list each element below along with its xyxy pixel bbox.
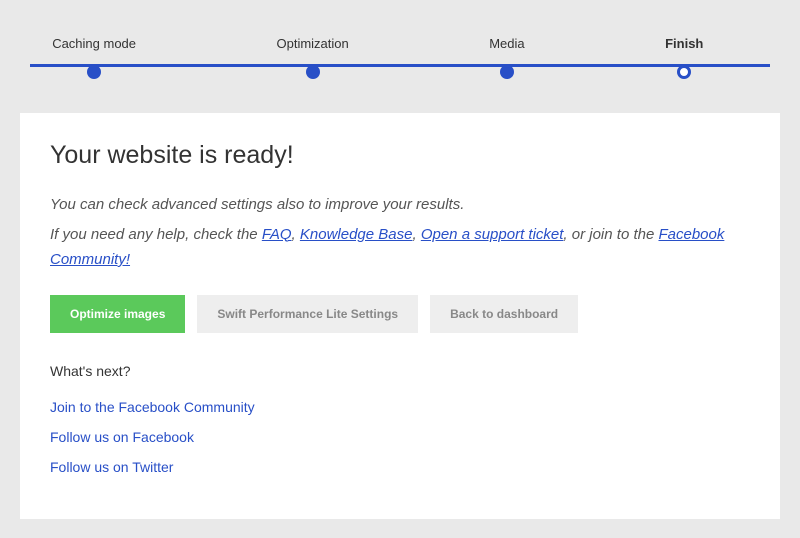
- next-links: Join to the Facebook Community Follow us…: [50, 399, 750, 475]
- finish-card: Your website is ready! You can check adv…: [20, 113, 780, 519]
- whats-next-heading: What's next?: [50, 363, 750, 379]
- join-facebook-community-link[interactable]: Join to the Facebook Community: [50, 399, 750, 415]
- step-dot-current-icon: [677, 65, 691, 79]
- sep: ,: [292, 226, 300, 243]
- step-dot-icon: [87, 65, 101, 79]
- step-caching-mode[interactable]: Caching mode: [52, 36, 136, 77]
- sep: , or join to the: [563, 226, 658, 243]
- step-dot-icon: [500, 65, 514, 79]
- support-ticket-link[interactable]: Open a support ticket: [421, 226, 564, 243]
- step-finish[interactable]: Finish: [665, 36, 703, 77]
- follow-facebook-link[interactable]: Follow us on Facebook: [50, 429, 750, 445]
- back-to-dashboard-button[interactable]: Back to dashboard: [430, 295, 578, 333]
- step-label: Optimization: [276, 36, 348, 51]
- step-label: Caching mode: [52, 36, 136, 51]
- settings-button[interactable]: Swift Performance Lite Settings: [197, 295, 418, 333]
- knowledge-base-link[interactable]: Knowledge Base: [300, 226, 413, 243]
- page-title: Your website is ready!: [50, 141, 750, 170]
- step-optimization[interactable]: Optimization: [276, 36, 348, 77]
- lead-prefix: If you need any help, check the: [50, 226, 262, 243]
- sep: ,: [412, 226, 420, 243]
- lead-text-2: If you need any help, check the FAQ, Kno…: [50, 222, 750, 273]
- follow-twitter-link[interactable]: Follow us on Twitter: [50, 459, 750, 475]
- step-label: Media: [489, 36, 524, 51]
- wizard-stepper: Caching mode Optimization Media Finish: [0, 0, 800, 77]
- optimize-images-button[interactable]: Optimize images: [50, 295, 185, 333]
- faq-link[interactable]: FAQ: [262, 226, 292, 243]
- step-media[interactable]: Media: [489, 36, 524, 77]
- button-row: Optimize images Swift Performance Lite S…: [50, 295, 750, 333]
- step-label: Finish: [665, 36, 703, 51]
- step-dot-icon: [306, 65, 320, 79]
- lead-text-1: You can check advanced settings also to …: [50, 192, 750, 218]
